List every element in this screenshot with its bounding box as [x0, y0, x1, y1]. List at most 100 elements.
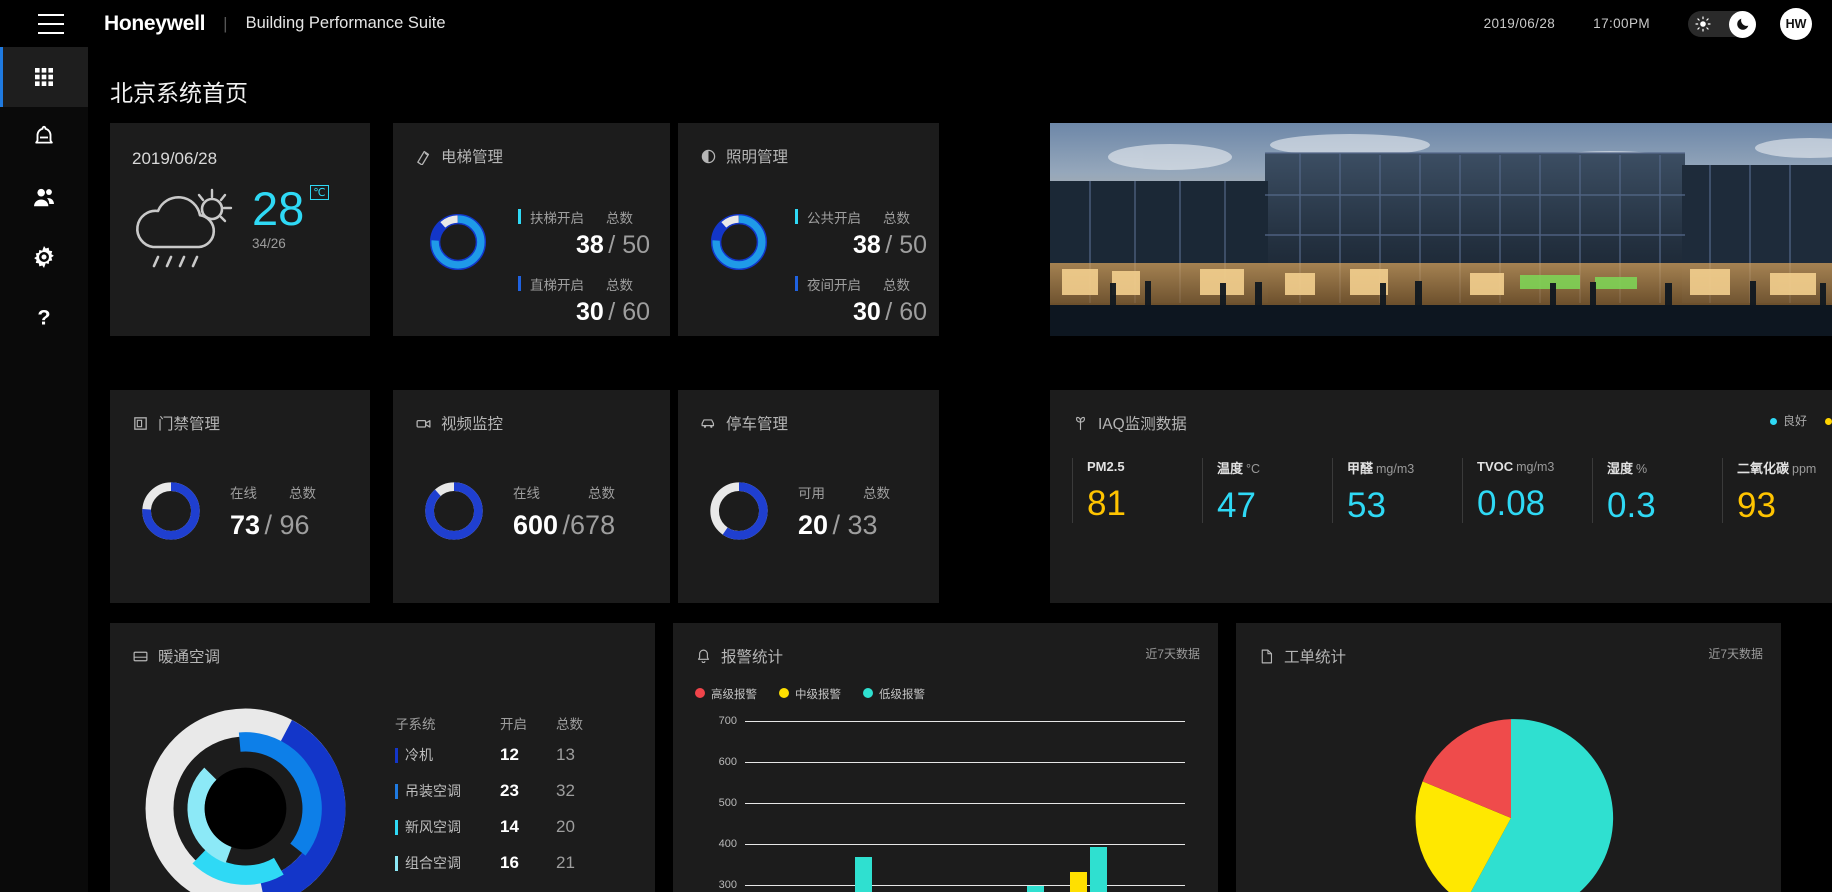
hvac-table: 子系统 开启 总数 冷机 12 13 吊装空调 23 32 新风空调 14 20… [395, 713, 606, 889]
moon-icon [1736, 18, 1748, 30]
header-time: 17:00PM [1593, 16, 1650, 31]
elevator-card-title: 电梯管理 [415, 145, 503, 167]
iaq-legend-item: 良好 [1769, 412, 1807, 430]
hvac-icon [133, 651, 148, 661]
theme-toggle-knob[interactable] [1729, 10, 1756, 38]
lighting-donut [710, 213, 768, 271]
wo-card-subtitle: 近7天数据 [1708, 647, 1763, 661]
iaq-metric: 二氧化碳 ppm 93 [1722, 458, 1832, 523]
sidebar-item-alarms[interactable] [0, 107, 88, 167]
hvac-title-text: 暖通空调 [158, 649, 221, 666]
iaq-metric: TVOC mg/m3 0.08 [1462, 458, 1592, 523]
sidebar-item-settings[interactable] [0, 227, 88, 287]
sidebar-item-dashboard[interactable] [0, 47, 88, 107]
app-subtitle: Building Performance Suite [245, 14, 446, 32]
elevator-row1-values: 30 / 60 [576, 298, 650, 326]
table-row: 冷机 12 13 [395, 745, 606, 765]
work-order-pie-chart [1415, 719, 1614, 892]
elevator-donut [429, 213, 487, 271]
video-values: 600 /678 [513, 510, 616, 540]
avatar[interactable]: HW [1780, 7, 1812, 40]
legend-item: 低级报警 [863, 685, 925, 703]
video-stats: 在线 总数 600 /678 [513, 482, 615, 541]
sidebar-item-help[interactable]: ? [0, 287, 88, 347]
sun-icon [1695, 15, 1711, 32]
access-stats: 在线 总数 73 / 96 [230, 482, 316, 541]
plant-icon [1076, 416, 1085, 430]
sidebar-item-users[interactable] [0, 167, 88, 227]
elevator-icon [417, 150, 430, 165]
building-hero-image [1050, 123, 1832, 336]
bar-low-2 [855, 857, 872, 892]
work-order-card: 工单统计 近7天数据 [1236, 623, 1781, 892]
lighting-row1-label: 夜间开启 总数 [807, 278, 910, 293]
main-content: 北京系统首页 2019/06/28 28 34/26 ℃ 电梯管理 扶梯开启 总… [88, 47, 1832, 892]
weather-card: 2019/06/28 28 34/26 ℃ [110, 123, 370, 419]
gear-icon [34, 245, 54, 269]
brand-divider: | [223, 13, 228, 33]
elevator-title-text: 电梯管理 [441, 149, 504, 166]
cloud-sun-rain-icon [136, 188, 233, 268]
document-icon [1261, 649, 1273, 663]
iaq-metric: 甲醛 mg/m3 53 [1332, 458, 1462, 523]
hvac-card-title: 暖通空调 [132, 645, 220, 667]
hvac-donut-chart [145, 708, 346, 892]
alarm-card-subtitle: 近7天数据 [1145, 647, 1200, 661]
weather-date: 2019/06/28 [132, 149, 218, 168]
table-row: 组合空调 16 21 [395, 853, 606, 873]
table-row: 新风空调 14 20 [395, 817, 606, 837]
video-card: 视频监控 在线 总数 600 /678 [393, 390, 670, 603]
iaq-metric: 温度 °C 47 [1202, 458, 1332, 523]
hamburger-icon[interactable] [38, 13, 64, 34]
stat-bar [795, 276, 798, 291]
video-donut [425, 482, 483, 540]
users-icon [34, 188, 54, 207]
question-mark-icon: ? [37, 305, 50, 330]
wo-title-text: 工单统计 [1284, 649, 1347, 666]
bar-low-6 [1090, 847, 1107, 892]
video-title-text: 视频监控 [441, 416, 504, 433]
svg-text:?: ? [37, 305, 50, 330]
video-card-title: 视频监控 [415, 412, 503, 434]
row-color-bar [395, 855, 398, 871]
stat-bar [518, 209, 521, 224]
elevator-row0-label: 扶梯开启 总数 [530, 211, 633, 226]
alarm-bar-chart: 700 600 500 400 300 200 [719, 715, 1185, 892]
lighting-row0-label: 公共开启 总数 [807, 211, 910, 226]
stat-bar [795, 209, 798, 224]
lighting-title-text: 照明管理 [726, 149, 789, 166]
legend-dot [695, 688, 705, 698]
row-color-bar [395, 819, 398, 835]
table-row: 吊装空调 23 32 [395, 781, 606, 801]
access-card-title: 门禁管理 [132, 412, 220, 434]
lighting-stat-row: 公共开启 总数 [795, 207, 927, 227]
lighting-row0-values: 38 / 50 [853, 231, 927, 259]
legend-dot [779, 688, 789, 698]
legend-dot [1824, 418, 1832, 425]
elevator-row0-values: 38 / 50 [576, 231, 650, 259]
car-icon [701, 418, 715, 428]
elevator-stat-row: 直梯开启 总数 [518, 274, 650, 294]
header-right-group: 2019/06/28 17:00PM HW [1484, 7, 1832, 40]
bell-icon [35, 125, 53, 144]
parking-donut [710, 482, 768, 540]
theme-toggle[interactable] [1688, 10, 1756, 38]
access-labels: 在线 总数 [230, 486, 316, 501]
parking-title-text: 停车管理 [726, 416, 789, 433]
bell-icon [697, 649, 710, 663]
lighting-row1-values: 30 / 60 [853, 298, 927, 326]
weather-unit: ℃ [310, 185, 329, 200]
parking-labels: 可用 总数 [798, 486, 890, 501]
parking-stats: 可用 总数 20 / 33 [798, 482, 890, 541]
app-header: Honeywell | Building Performance Suite 2… [0, 0, 1832, 47]
lighting-stat-row: 夜间开启 总数 [795, 274, 927, 294]
row-color-bar [395, 783, 398, 799]
alarm-title-text: 报警统计 [721, 649, 784, 666]
dashboard-root: Honeywell | Building Performance Suite 2… [0, 0, 1832, 892]
elevator-card: 电梯管理 扶梯开启 总数 38 / 50 直梯开启 总数 30 / 60 [393, 123, 670, 336]
lighting-card-title: 照明管理 [700, 145, 788, 167]
parking-card: 停车管理 可用 总数 20 / 33 [678, 390, 939, 603]
legend-item: 高级报警 [695, 685, 757, 703]
bar-mid-6 [1070, 872, 1087, 892]
elevator-stat-row: 扶梯开启 总数 [518, 207, 650, 227]
